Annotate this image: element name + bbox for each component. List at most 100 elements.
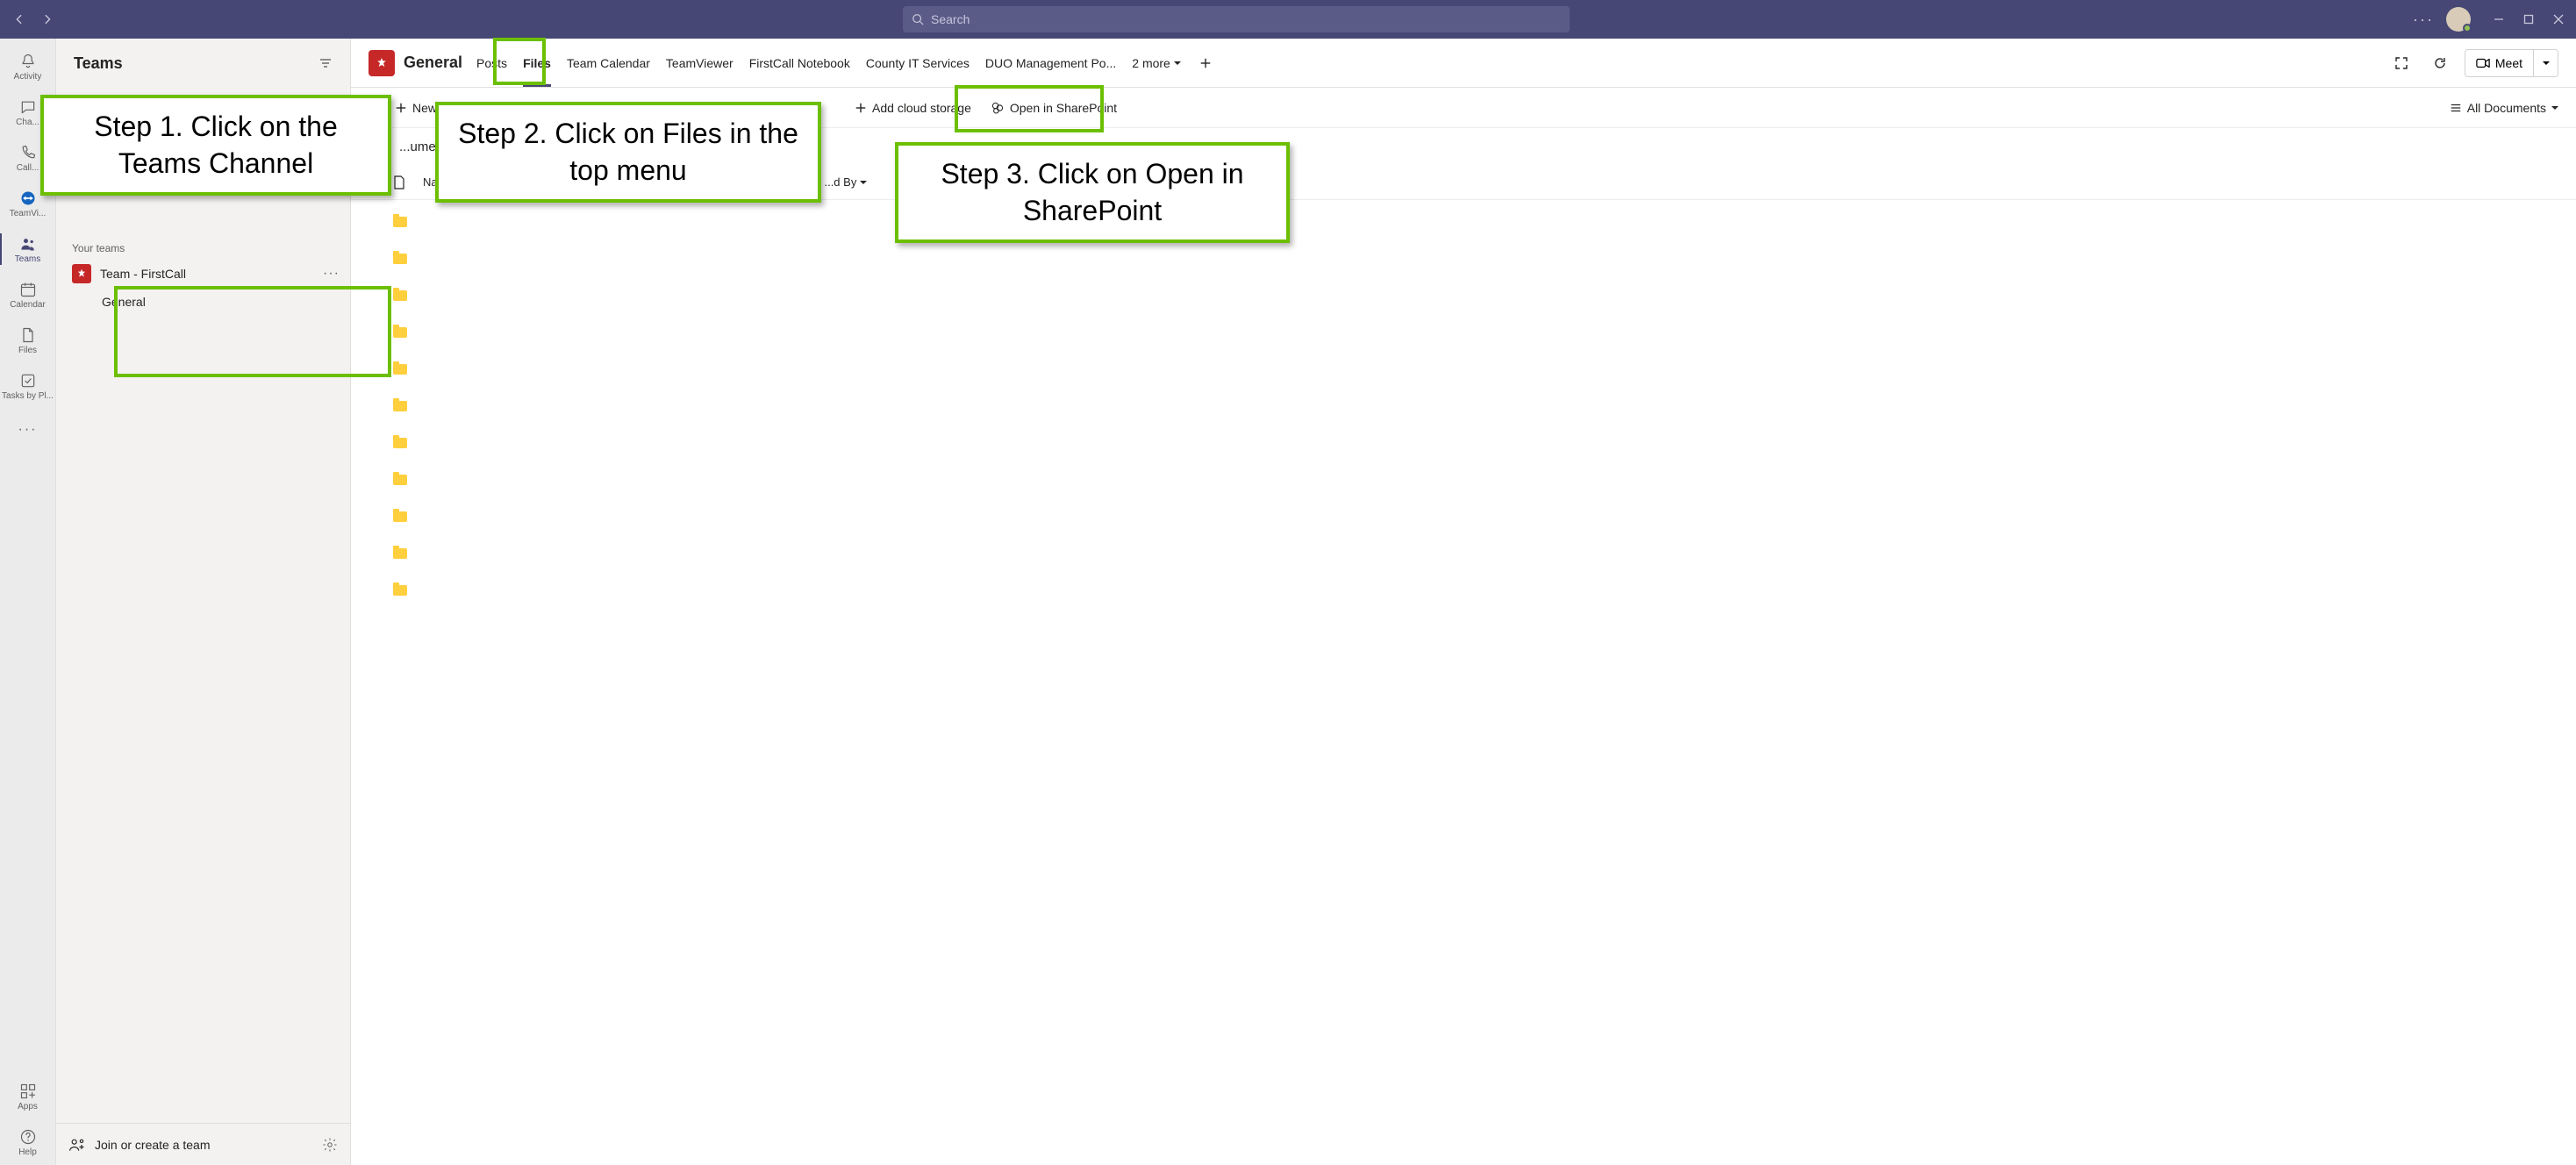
column-type[interactable] <box>393 175 405 189</box>
chevron-right-icon <box>41 13 54 25</box>
file-row[interactable] <box>351 314 2576 351</box>
nav-forward-button[interactable] <box>35 7 60 32</box>
rail-tasks[interactable]: Tasks by Pl... <box>0 363 55 409</box>
video-icon <box>2476 57 2490 69</box>
tasks-icon <box>18 371 38 390</box>
maximize-button[interactable] <box>2522 12 2536 26</box>
search-input[interactable]: Search <box>903 6 1570 32</box>
team-row[interactable]: Team - FirstCall ··· <box>56 260 350 288</box>
files-list <box>351 200 2576 1165</box>
more-tabs-button[interactable]: 2 more <box>1132 56 1181 70</box>
teams-filter-button[interactable] <box>318 56 333 70</box>
tab-teamviewer[interactable]: TeamViewer <box>666 39 733 87</box>
rail-apps[interactable]: Apps <box>0 1074 55 1119</box>
nav-back-button[interactable] <box>7 7 32 32</box>
folder-icon <box>393 585 407 596</box>
tab-posts[interactable]: Posts <box>476 39 507 87</box>
rail-help[interactable]: Help <box>0 1119 55 1165</box>
tab-team-calendar[interactable]: Team Calendar <box>567 39 650 87</box>
phone-icon <box>18 143 38 162</box>
teams-panel: Teams Your teams Team - FirstCall ··· Ge… <box>56 39 351 1165</box>
file-row[interactable] <box>351 535 2576 572</box>
rail-activity[interactable]: Activity <box>0 44 55 89</box>
plus-icon <box>395 102 407 114</box>
file-row[interactable] <box>351 498 2576 535</box>
tab-county-it[interactable]: County IT Services <box>866 39 970 87</box>
content-area: General Posts Files Team Calendar TeamVi… <box>351 39 2576 1165</box>
channel-general[interactable]: General <box>56 288 350 316</box>
title-bar: Search ··· <box>0 0 2576 39</box>
folder-icon <box>393 548 407 559</box>
file-row[interactable] <box>351 388 2576 425</box>
join-team-icon <box>68 1136 86 1154</box>
file-row[interactable] <box>351 204 2576 240</box>
channel-avatar-icon <box>369 50 395 76</box>
folder-icon <box>393 475 407 485</box>
tab-notebook[interactable]: FirstCall Notebook <box>749 39 850 87</box>
refresh-button[interactable] <box>2426 49 2454 77</box>
rail-calendar[interactable]: Calendar <box>0 272 55 318</box>
more-options[interactable]: ··· <box>2413 11 2434 29</box>
file-row[interactable] <box>351 277 2576 314</box>
chevron-left-icon <box>13 13 25 25</box>
folder-icon <box>393 327 407 338</box>
sharepoint-icon <box>991 101 1005 115</box>
channel-header: General Posts Files Team Calendar TeamVi… <box>351 39 2576 88</box>
search-placeholder: Search <box>931 12 970 26</box>
close-button[interactable] <box>2551 12 2565 26</box>
help-icon <box>18 1127 38 1147</box>
open-in-sharepoint-button[interactable]: Open in SharePoint <box>991 101 1117 115</box>
rail-files[interactable]: Files <box>0 318 55 363</box>
join-create-team[interactable]: Join or create a team <box>56 1123 350 1165</box>
user-avatar[interactable] <box>2446 7 2471 32</box>
search-icon <box>912 13 924 25</box>
meet-button[interactable]: Meet <box>2465 50 2533 76</box>
file-row[interactable] <box>351 572 2576 609</box>
folder-icon <box>393 290 407 301</box>
teams-settings-button[interactable] <box>322 1137 338 1153</box>
file-icon <box>18 325 38 345</box>
teams-panel-title: Teams <box>74 54 123 73</box>
folder-icon <box>393 438 407 448</box>
file-icon <box>393 175 405 189</box>
folder-icon <box>393 511 407 522</box>
rail-more[interactable]: ··· <box>18 412 38 447</box>
callout-step3: Step 3. Click on Open in SharePoint <box>895 142 1290 243</box>
add-cloud-storage-button[interactable]: Add cloud storage <box>855 101 971 115</box>
refresh-icon <box>2433 56 2447 70</box>
minimize-button[interactable] <box>2492 12 2506 26</box>
folder-icon <box>393 364 407 375</box>
plus-icon <box>855 102 867 114</box>
teams-icon <box>18 234 38 254</box>
file-row[interactable] <box>351 240 2576 277</box>
team-more-button[interactable]: ··· <box>323 266 340 282</box>
teamviewer-icon <box>18 189 38 208</box>
apps-icon <box>18 1082 38 1101</box>
file-row[interactable] <box>351 425 2576 461</box>
expand-button[interactable] <box>2387 49 2415 77</box>
team-name: Team - FirstCall <box>100 267 314 281</box>
callout-step2: Step 2. Click on Files in the top menu <box>435 102 821 203</box>
file-row[interactable] <box>351 461 2576 498</box>
list-icon <box>2450 102 2462 114</box>
folder-icon <box>393 254 407 264</box>
folder-icon <box>393 401 407 411</box>
app-rail: Activity Cha... Call... TeamVi... Teams … <box>0 39 56 1165</box>
meet-dropdown[interactable] <box>2533 50 2558 76</box>
rail-teams[interactable]: Teams <box>0 226 55 272</box>
gear-icon <box>322 1137 338 1153</box>
filter-icon <box>318 56 333 70</box>
channel-title: General <box>404 54 462 72</box>
plus-icon <box>1199 57 1212 69</box>
bell-icon <box>18 52 38 71</box>
file-row[interactable] <box>351 351 2576 388</box>
folder-icon <box>393 217 407 227</box>
all-documents-view[interactable]: All Documents <box>2450 101 2558 115</box>
add-tab-button[interactable] <box>1197 54 1214 72</box>
column-modified-by[interactable]: ...d By <box>824 175 867 189</box>
tab-duo[interactable]: DUO Management Po... <box>985 39 1116 87</box>
chat-icon <box>18 97 38 117</box>
callout-step1: Step 1. Click on the Teams Channel <box>40 95 391 196</box>
tab-files[interactable]: Files <box>523 39 551 87</box>
your-teams-label: Your teams <box>56 237 350 260</box>
